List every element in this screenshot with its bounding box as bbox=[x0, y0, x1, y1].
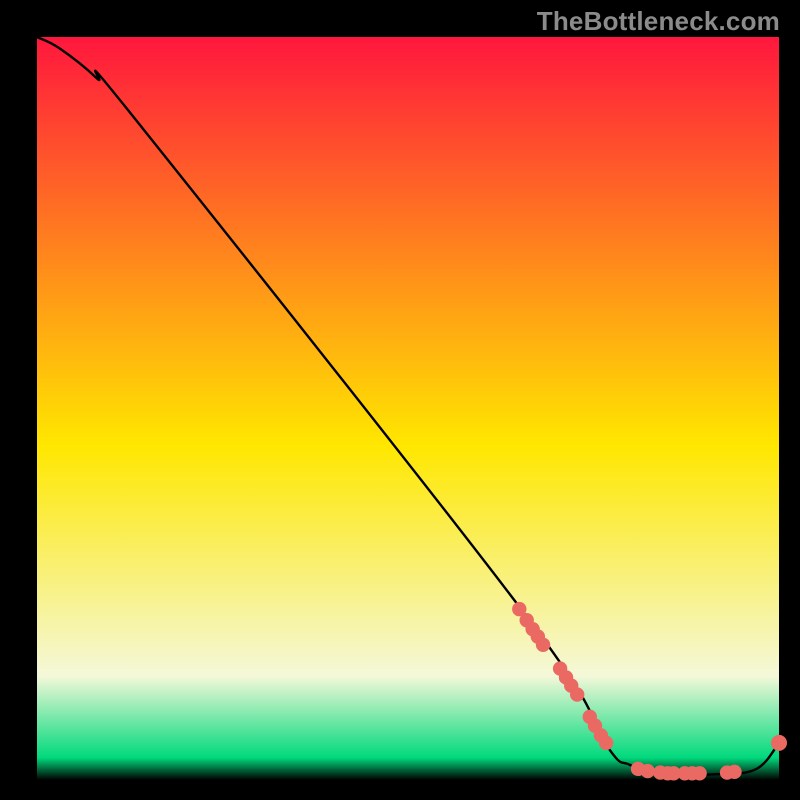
data-point bbox=[771, 735, 787, 751]
data-point bbox=[692, 766, 706, 780]
plot-area bbox=[37, 37, 779, 780]
data-point bbox=[640, 764, 654, 778]
data-point bbox=[570, 687, 584, 701]
data-point bbox=[536, 638, 550, 652]
chart-stage: TheBottleneck.com bbox=[0, 0, 800, 800]
data-point bbox=[727, 765, 741, 779]
watermark-text: TheBottleneck.com bbox=[537, 6, 780, 37]
bottleneck-curve-chart bbox=[0, 0, 800, 800]
data-point bbox=[599, 736, 613, 750]
